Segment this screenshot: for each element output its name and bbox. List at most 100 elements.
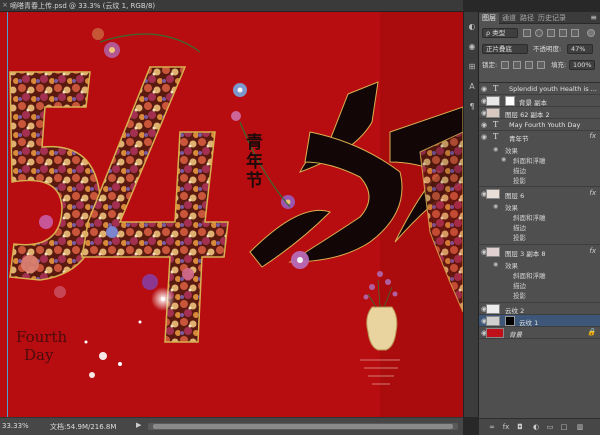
- photoshop-window: × 嘀嗒青春上传.psd @ 33.3% (云纹 1, RGB/8) 青年节 F…: [0, 0, 600, 435]
- effect-item[interactable]: 描边: [513, 222, 526, 232]
- visibility-eye-icon[interactable]: ◉: [481, 85, 487, 93]
- scrollbar-thumb[interactable]: [153, 424, 453, 429]
- paragraph-icon[interactable]: ¶: [467, 102, 477, 112]
- link-layers-icon[interactable]: ∞: [487, 422, 497, 432]
- document-size: 文档:54.9M/216.8M: [50, 423, 117, 431]
- visibility-eye-icon[interactable]: ◉: [481, 121, 487, 129]
- new-group-icon[interactable]: ▭: [545, 422, 555, 432]
- add-mask-icon[interactable]: ◘: [515, 422, 525, 432]
- effect-eye-icon[interactable]: ◉: [493, 203, 498, 210]
- effect-item[interactable]: 斜面和浮雕: [513, 270, 546, 280]
- layer-thumbnail: [486, 108, 500, 118]
- visibility-eye-icon[interactable]: ◉: [481, 133, 487, 141]
- add-style-icon[interactable]: fx: [501, 422, 511, 432]
- fx-icon[interactable]: fx: [589, 189, 596, 197]
- filter-text-icon[interactable]: [547, 29, 555, 37]
- layer-mask-thumbnail: [505, 316, 515, 326]
- effect-item[interactable]: 投影: [513, 290, 526, 300]
- filter-kind-select[interactable]: ρ 类型: [482, 28, 518, 38]
- layers-panel: 图层 通道 路径 历史记录 ≡ ρ 类型 正片叠底 不透明度: 47% 锁定:: [479, 12, 600, 435]
- lock-icon: 🔒: [587, 328, 596, 336]
- panel-tabs: 图层 通道 路径 历史记录 ≡: [479, 12, 600, 24]
- layer-name: May Fourth Youth Day: [509, 121, 581, 129]
- color-icon[interactable]: ◉: [467, 42, 477, 52]
- layer-row[interactable]: ◉ 背景 🔒: [479, 327, 600, 339]
- zoom-level[interactable]: 33.33%: [2, 422, 29, 430]
- text-layer-icon: T: [493, 132, 499, 141]
- effect-item[interactable]: 描边: [513, 165, 526, 175]
- effect-eye-icon[interactable]: ◉: [493, 146, 498, 153]
- layer-thumbnail: [486, 247, 500, 257]
- layer-name: 图层 62 副本 2: [505, 111, 550, 119]
- fill-label: 填充:: [551, 61, 567, 69]
- effect-item[interactable]: 斜面和浮雕: [513, 212, 546, 222]
- filter-row: ρ 类型: [479, 26, 600, 40]
- filter-pixel-icon[interactable]: [523, 29, 531, 37]
- layer-row[interactable]: ◉ 图层 6 fx ◉ 效果 斜面和浮雕 描边 投影: [479, 187, 600, 245]
- layer-row[interactable]: ◉ T 青年节 fx ◉ 效果 ◉ 斜面和浮雕 描边 投影: [479, 131, 600, 187]
- filter-adjust-icon[interactable]: [535, 29, 543, 37]
- filter-smart-icon[interactable]: [571, 29, 579, 37]
- horizontal-scrollbar[interactable]: [148, 423, 458, 430]
- lock-all-icon[interactable]: [537, 61, 545, 69]
- layer-name: 背景: [509, 331, 522, 339]
- layer-name: 云纹 2: [505, 307, 525, 315]
- lock-transparent-icon[interactable]: [501, 61, 509, 69]
- layer-thumbnail: [486, 189, 500, 199]
- layer-row[interactable]: ◉ T May Fourth Youth Day: [479, 119, 600, 131]
- effect-item[interactable]: 描边: [513, 280, 526, 290]
- status-menu-arrow-icon[interactable]: ▶: [136, 421, 141, 429]
- layer-row[interactable]: ◉ T Splendid youth Health is ...: [479, 83, 600, 95]
- canvas-fourth-day: Fourth Day: [16, 328, 67, 364]
- tab-layers[interactable]: 图层: [479, 13, 499, 24]
- filter-toggle-icon[interactable]: [587, 29, 595, 37]
- fill-input[interactable]: 100%: [569, 60, 595, 70]
- layer-name: Splendid youth Health is ...: [509, 85, 597, 93]
- text-layer-icon: T: [493, 84, 499, 93]
- panel-menu-icon[interactable]: ≡: [590, 13, 597, 22]
- adjust-icon[interactable]: ⊞: [467, 62, 477, 72]
- layer-thumbnail: [486, 316, 500, 326]
- lock-row: 锁定: 填充: 100%: [479, 58, 600, 72]
- layer-name: 图层 3 副本 8: [505, 250, 546, 258]
- layer-row[interactable]: ◉ 云纹 2: [479, 303, 600, 315]
- layer-thumbnail: [486, 96, 500, 106]
- lock-position-icon[interactable]: [525, 61, 533, 69]
- effects-label: 效果: [505, 147, 518, 155]
- panel-dock-strip: ◐ ◉ ⊞ A ¶: [463, 12, 479, 417]
- character-icon[interactable]: A: [467, 82, 477, 92]
- document-tab[interactable]: × 嘀嗒青春上传.psd @ 33.3% (云纹 1, RGB/8): [0, 0, 463, 12]
- effects-label: 效果: [505, 204, 518, 212]
- delete-layer-icon[interactable]: ▥: [575, 422, 585, 432]
- layer-row-selected[interactable]: ◉ 云纹 1: [479, 315, 600, 327]
- effect-item[interactable]: 斜面和浮雕: [513, 155, 546, 165]
- tab-history[interactable]: 历史记录: [535, 13, 569, 24]
- layer-row[interactable]: ◉ 图层 3 副本 8 fx ◉ 效果 斜面和浮雕 描边 投影: [479, 245, 600, 303]
- filter-shape-icon[interactable]: [559, 29, 567, 37]
- fx-icon[interactable]: fx: [589, 247, 596, 255]
- lock-pixels-icon[interactable]: [513, 61, 521, 69]
- effect-item[interactable]: 投影: [513, 175, 526, 185]
- effect-eye-icon[interactable]: ◉: [493, 261, 498, 268]
- history-icon[interactable]: ◐: [467, 22, 477, 32]
- fx-icon[interactable]: fx: [589, 132, 596, 140]
- document-canvas[interactable]: 青年节 Fourth Day: [0, 12, 463, 417]
- layer-thumbnail: [486, 304, 500, 314]
- canvas-text-fourth: Fourth: [16, 328, 68, 346]
- opacity-input[interactable]: 47%: [567, 44, 593, 54]
- tab-paths[interactable]: 路径: [517, 13, 537, 24]
- canvas-title-cn: 青年节: [246, 133, 263, 191]
- close-tab-icon[interactable]: ×: [2, 1, 8, 9]
- adjustment-layer-icon[interactable]: ◐: [531, 422, 541, 432]
- new-layer-icon[interactable]: □: [559, 422, 569, 432]
- blend-mode-select[interactable]: 正片叠底: [482, 44, 528, 54]
- effect-item[interactable]: 投影: [513, 232, 526, 242]
- layer-row[interactable]: ◉ 背景 副本: [479, 95, 600, 107]
- document-title: 嘀嗒青春上传.psd @ 33.3% (云纹 1, RGB/8): [10, 2, 156, 10]
- layer-row[interactable]: ◉ 图层 62 副本 2: [479, 107, 600, 119]
- artwork: [0, 12, 463, 417]
- layer-name: 青年节: [509, 135, 529, 143]
- tab-channels[interactable]: 通道: [499, 13, 519, 24]
- effect-eye-icon[interactable]: ◉: [501, 156, 506, 163]
- effects-label: 效果: [505, 262, 518, 270]
